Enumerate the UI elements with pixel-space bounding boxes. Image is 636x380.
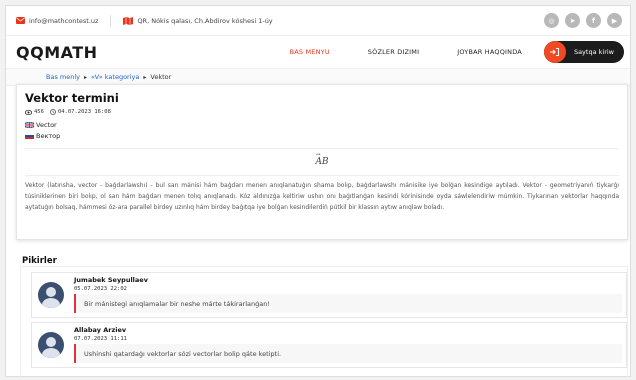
nav-item-about[interactable]: JOYBAR HAQQINDA [457,48,522,56]
main-header: QQMATH BAS MENYU SÓZLER DIZIMI JOYBAR HA… [6,36,630,68]
comment-item: Jumabek Seypullaev 05.07.2023 22:02 Bir … [31,272,627,318]
map-icon [123,16,134,25]
comments-list: Jumabek Seypullaev 05.07.2023 22:02 Bir … [20,266,628,378]
telegram-icon[interactable]: ➤ [565,13,580,28]
date-info: 04.07.2023 16:08 [50,109,111,115]
translation-en: Vector [25,121,619,129]
term-description: Vektor (latınsha, vector - baǵdarlawshı)… [25,182,619,212]
page-title: Vektor termini [25,91,119,105]
formula: AB [315,151,328,167]
eye-icon [25,109,32,115]
views-count: 456 [34,109,44,115]
comment-text: Ushinshi qatardaǵı vektorlar sózi vector… [74,344,622,363]
comment-text: Bir mánistegi anıqlamalar bir neshe márt… [74,294,622,313]
clock-icon [50,109,56,115]
address-text: QR, Nókis qalası, Ch.Abdirov kóshesi 1-ú… [137,16,273,25]
mail-icon [16,17,25,24]
uk-flag-icon [25,122,34,128]
comment-author: Jumabek Seypullaev [74,276,148,284]
youtube-icon[interactable]: ▶ [607,13,622,28]
site-logo[interactable]: QQMATH [16,43,98,62]
translation-ru-text: Вектор [36,132,61,140]
login-label: Saytqa kiriw [573,48,614,56]
comments-title: Pikirler [22,256,57,266]
avatar [38,282,64,308]
avatar [38,332,64,358]
main-nav: BAS MENYU SÓZLER DIZIMI JOYBAR HAQQINDA … [290,41,624,63]
translation-en-text: Vector [36,121,57,129]
breadcrumb-home[interactable]: Bas menly [46,73,80,81]
term-meta: 456 04.07.2023 16:08 [25,109,619,115]
breadcrumb-category[interactable]: «V» kategoriya [91,73,139,81]
comment-date: 07.07.2023 11:11 [74,336,127,342]
email-text: info@mathcontest.uz [29,16,99,25]
nav-item-home[interactable]: BAS MENYU [290,48,330,56]
address-info: QR, Nókis qalası, Ch.Abdirov kóshesi 1-ú… [123,16,273,25]
email-link[interactable]: info@mathcontest.uz [16,17,98,25]
top-bar: info@mathcontest.uz QR, Nókis qalası, Ch… [6,6,630,36]
social-links: ◎ ➤ f ▶ [544,13,622,28]
comment-date: 05.07.2023 22:02 [74,286,127,292]
login-button[interactable]: Saytqa kiriw [543,41,624,63]
breadcrumb-separator-icon: ▸ [84,73,88,81]
term-card: Vektor termini 456 04.07.2023 16:08 Vect… [16,84,628,240]
formula-box: AB [25,148,619,176]
instagram-icon[interactable]: ◎ [544,13,559,28]
comment-author: Allabay Arziev [74,326,127,334]
publish-date: 04.07.2023 16:08 [57,109,111,115]
views-info: 456 [25,109,44,115]
breadcrumb-separator-icon: ▸ [143,73,147,81]
breadcrumb-current: Vektor [150,73,172,81]
facebook-icon[interactable]: f [586,13,601,28]
russia-flag-icon [25,133,34,139]
login-icon [543,41,566,63]
translation-ru: Вектор [25,132,619,140]
comment-item: Allabay Arziev 07.07.2023 11:11 Ushinshi… [31,322,627,368]
topbar-divider [110,14,112,27]
nav-item-dictionary[interactable]: SÓZLER DIZIMI [368,48,419,56]
